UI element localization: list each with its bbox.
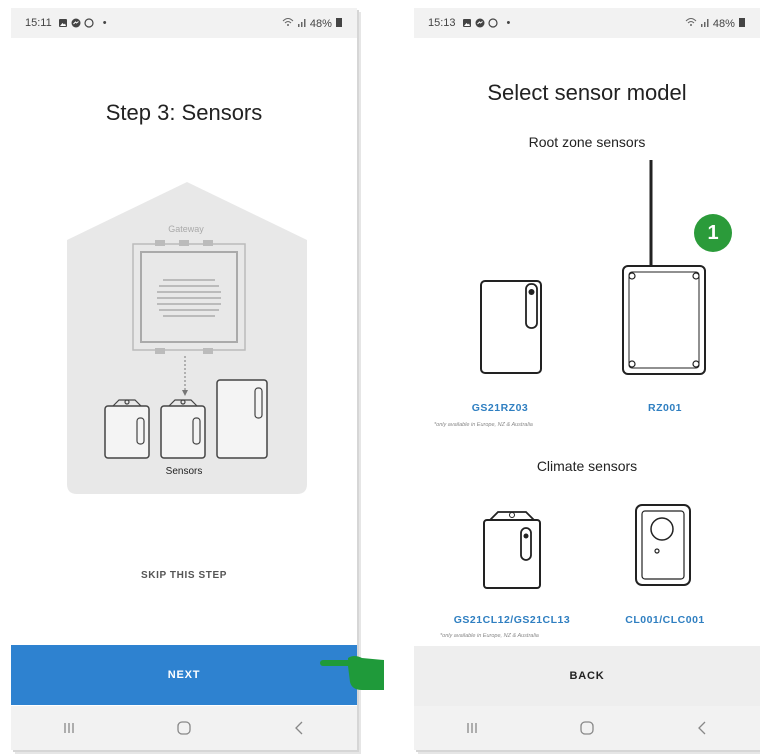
back-button[interactable]: BACK xyxy=(414,646,760,706)
model-link-rz001[interactable]: RZ001 xyxy=(630,402,700,414)
wifi-icon xyxy=(282,17,294,26)
signal-icon xyxy=(297,18,306,27)
rz001-sensor-image[interactable] xyxy=(620,158,710,382)
home-icon xyxy=(177,721,191,735)
status-time: 15:13 xyxy=(428,17,456,29)
status-time: 15:11 xyxy=(25,17,52,29)
next-button[interactable]: NEXT xyxy=(11,645,357,705)
status-bar: 15:11 • 48% xyxy=(11,8,357,38)
wifi-icon xyxy=(685,17,697,26)
home-button[interactable] xyxy=(567,713,607,743)
availability-note: *only available in Europe, NZ & Australi… xyxy=(440,633,539,639)
whatsapp-icon xyxy=(84,18,94,28)
android-nav-bar xyxy=(11,706,357,750)
page-title: Step 3: Sensors xyxy=(105,100,263,125)
step-badge: 1 xyxy=(694,214,732,252)
cl001-sensor-image[interactable] xyxy=(634,503,692,587)
home-icon xyxy=(580,721,594,735)
gs21cl12-sensor-image[interactable] xyxy=(482,508,542,590)
recents-button[interactable] xyxy=(452,713,492,743)
model-link-gs21cl12[interactable]: GS21CL12/GS21CL13 xyxy=(442,614,582,626)
back-icon xyxy=(698,721,706,735)
availability-note: *only available in Europe, NZ & Australi… xyxy=(434,422,533,428)
image-icon xyxy=(462,19,471,27)
home-button[interactable] xyxy=(164,713,204,743)
model-link-cl001[interactable]: CL001/CLC001 xyxy=(610,614,720,626)
page-title: Select sensor model xyxy=(487,80,687,105)
back-nav-button[interactable] xyxy=(279,713,319,743)
android-nav-bar xyxy=(414,706,760,750)
recents-icon xyxy=(467,723,477,733)
messenger-icon xyxy=(71,18,81,28)
root-zone-heading: Root zone sensors xyxy=(528,134,646,150)
whatsapp-icon xyxy=(487,18,498,28)
recents-button[interactable] xyxy=(49,713,89,743)
back-icon xyxy=(295,721,303,735)
skip-step-button[interactable]: SKIP THIS STEP xyxy=(11,570,357,581)
gs21rz03-sensor-image[interactable] xyxy=(478,278,544,378)
sensors-label: Sensors xyxy=(165,466,203,477)
battery-icon xyxy=(739,17,745,27)
battery-percent: 48% xyxy=(712,17,735,30)
phone-screen-select-model: 15:13 • 48% Select sensor model Root zon… xyxy=(414,8,760,750)
model-link-gs21rz03[interactable]: GS21RZ03 xyxy=(464,402,536,414)
battery-percent: 48% xyxy=(309,17,332,30)
gateway-label: Gateway xyxy=(168,224,204,234)
messenger-icon xyxy=(475,18,485,28)
image-icon xyxy=(58,19,67,27)
signal-icon xyxy=(700,18,709,27)
recents-icon xyxy=(64,723,74,733)
back-nav-button[interactable] xyxy=(682,713,722,743)
pointing-hand-icon xyxy=(320,656,384,690)
phone-screen-step3: 15:11 • 48% Step 3: Sensors Gateway Sens… xyxy=(11,8,357,750)
climate-heading: Climate sensors xyxy=(536,458,638,474)
status-bar: 15:13 • 48% xyxy=(414,8,760,38)
battery-icon xyxy=(336,17,342,27)
